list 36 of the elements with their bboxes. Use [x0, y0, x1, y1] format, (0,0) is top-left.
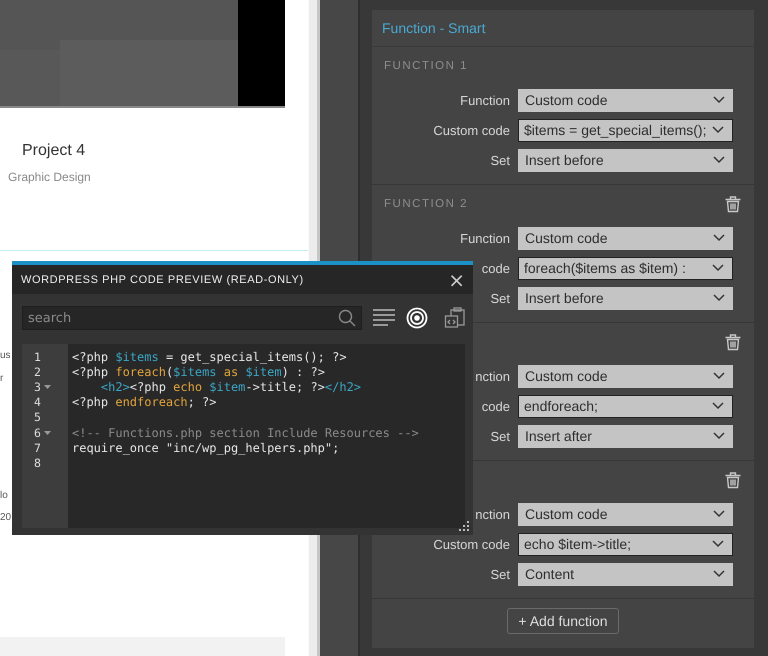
code-line: <?php foreach($items as $item) : ?>	[72, 364, 325, 379]
dialog-title: WORDPRESS PHP CODE PREVIEW (READ-ONLY)	[21, 274, 304, 286]
field-label: code	[482, 260, 510, 276]
field-label: Set	[490, 152, 510, 168]
partial-text: lo	[0, 490, 8, 501]
code-line: <!-- Functions.php section Include Resources -->	[72, 426, 419, 440]
section-heading: FUNCTION 1	[384, 60, 468, 72]
field-label: Custom code	[433, 536, 510, 552]
field-label: Function	[460, 230, 510, 246]
project-category: Graphic Design	[8, 170, 91, 184]
line-number: 2	[34, 364, 41, 379]
project-title: Project 4	[22, 142, 86, 160]
field-label: Set	[490, 428, 510, 444]
field-label: Function	[460, 92, 510, 108]
line-number: 5	[34, 410, 41, 424]
partial-text: r	[0, 373, 4, 384]
line-number: 3	[34, 380, 41, 394]
partial-text: 20	[0, 512, 12, 523]
code-line: require_once "inc/wp_pg_helpers.php";	[72, 440, 340, 455]
field-label: nction	[475, 368, 510, 384]
line-number: 7	[34, 440, 41, 455]
line-number: 4	[34, 395, 41, 410]
line-number: 8	[34, 456, 41, 470]
field-label: Set	[490, 566, 510, 582]
field-label: nction	[475, 506, 510, 522]
code-line: <h2><?php echo $item->title; ?></h2>	[100, 380, 362, 394]
panel-title: Function - Smart	[382, 20, 486, 36]
field-label: code	[482, 398, 510, 414]
line-number: 6	[34, 426, 41, 440]
field-label: Custom code	[433, 122, 510, 138]
partial-text: us	[0, 350, 11, 361]
line-number: 1	[34, 350, 41, 364]
code-line: <?php $items = get_special_items(); ?>	[72, 350, 347, 364]
field-label: Set	[490, 290, 510, 306]
code-line: <?php endforeach; ?>	[72, 395, 217, 410]
section-heading: FUNCTION 2	[384, 198, 468, 210]
